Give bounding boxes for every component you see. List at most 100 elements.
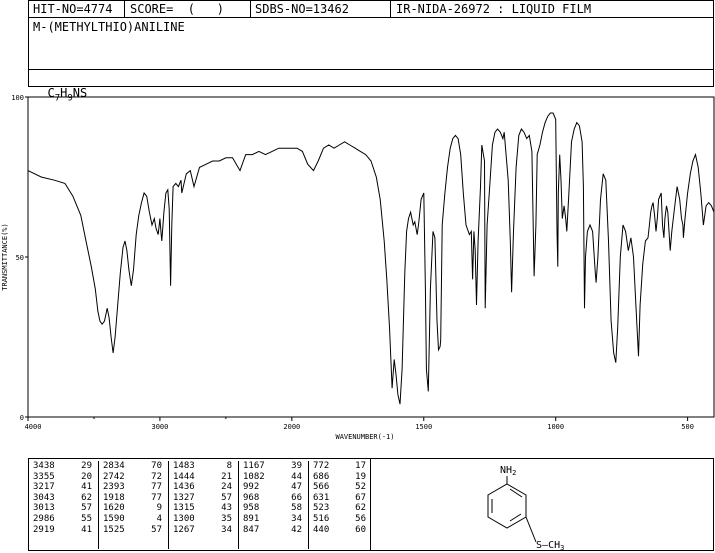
s-bond [525,516,537,543]
peak-wavenumber: 1483 [173,461,195,471]
peak-transmittance: 34 [291,513,302,524]
peak-row: 1525 57 [99,525,168,536]
peak-column: 1483 8 1444 21 1436 24 1327 57 1315 43 1300 35 1267 3… [169,461,239,549]
ir-nida: IR-NIDA-26972 : LIQUID FILM [396,2,592,16]
peak-row: 523 62 [309,503,372,514]
peak-row: 1167 39 [239,461,308,472]
peak-wavenumber: 1082 [243,471,265,482]
peak-row: 1436 24 [169,482,238,493]
peak-transmittance: 77 [151,482,162,493]
peak-transmittance: 67 [355,492,366,503]
x-tick-label: 1000 [547,423,564,431]
peak-table: 3438 29 3355 20 3217 41 3043 62 3013 57 2986 55 2919… [28,458,371,551]
peak-column: 2834 70 2742 72 2393 77 1918 77 1620 9 1590 4 1525 57 [99,461,169,549]
peak-wavenumber: 3043 [33,492,55,503]
peak-row: 566 52 [309,482,372,493]
peak-transmittance: 66 [291,492,302,503]
peak-wavenumber: 3013 [33,503,55,514]
header-divider-3 [390,0,391,18]
peak-row: 1315 43 [169,503,238,514]
peak-wavenumber: 2834 [103,461,125,471]
peak-transmittance: 55 [81,513,92,524]
ir-spectrum-chart: 4000 3000 2000 1500 1000 500 100500 WAVENUMBE… [1,94,715,441]
peak-wavenumber: 2986 [33,513,55,524]
x-tick-label: 4000 [25,423,42,431]
peak-transmittance: 57 [221,492,232,503]
compound-name: M-(METHYLTHIO)ANILINE [33,20,185,34]
formula-box [28,69,714,87]
peak-transmittance: 17 [355,461,366,471]
peak-transmittance: 35 [221,513,232,524]
peak-transmittance: 8 [226,461,232,471]
peak-row: 631 67 [309,493,372,504]
structure-diagram: NH2 S–CH3 [487,465,564,550]
x-tick-label: 1500 [415,423,432,431]
peak-wavenumber: 523 [313,503,330,514]
peak-transmittance: 44 [291,471,302,482]
peak-column: 772 17 686 19 566 52 631 67 523 62 516 56 440 60 [309,461,372,549]
peak-transmittance: 41 [81,524,92,535]
peak-row: 2919 41 [29,525,98,536]
peak-transmittance: 4 [156,513,162,524]
peak-wavenumber: 2393 [103,482,125,493]
peak-row: 2834 70 [99,461,168,472]
peak-row: 3013 57 [29,503,98,514]
peak-transmittance: 70 [151,461,162,471]
x-tick-label: 2000 [283,423,300,431]
peak-row: 2986 55 [29,514,98,525]
peak-wavenumber: 1315 [173,503,195,514]
peak-wavenumber: 1590 [103,513,125,524]
peak-wavenumber: 440 [313,524,330,535]
peak-transmittance: 19 [355,471,366,482]
peak-row: 3217 41 [29,482,98,493]
peak-wavenumber: 2919 [33,524,55,535]
peak-row: 1483 8 [169,461,238,472]
peak-wavenumber: 2742 [103,471,125,482]
peak-row: 958 58 [239,503,308,514]
peak-wavenumber: 1444 [173,471,195,482]
peak-row: 772 17 [309,461,372,472]
peak-row: 1918 77 [99,493,168,504]
peak-row: 2742 72 [99,472,168,483]
peak-row: 3355 20 [29,472,98,483]
peak-wavenumber: 3217 [33,482,55,493]
header-divider-2 [250,0,251,18]
peak-wavenumber: 686 [313,471,330,482]
sch3-label: S–CH3 [536,540,564,550]
peak-column: 1167 39 1082 44 992 47 968 66 958 58 891 34 847 42 [239,461,309,549]
peak-wavenumber: 566 [313,482,330,493]
peak-wavenumber: 1525 [103,524,125,535]
peak-row: 847 42 [239,525,308,536]
x-tick-label: 3000 [151,423,168,431]
peak-wavenumber: 847 [243,524,260,535]
peak-row: 992 47 [239,482,308,493]
peak-row: 1300 35 [169,514,238,525]
peak-row: 1444 21 [169,472,238,483]
peak-wavenumber: 3355 [33,471,55,482]
peak-wavenumber: 891 [243,513,260,524]
peak-wavenumber: 631 [313,492,330,503]
peak-wavenumber: 1267 [173,524,195,535]
peak-transmittance: 39 [291,461,302,471]
peak-transmittance: 58 [291,503,302,514]
peak-row: 1082 44 [239,472,308,483]
peak-transmittance: 20 [81,471,92,482]
y-axis-label: TRANSMITTANCE(%) [1,223,9,290]
peak-row: 440 60 [309,525,372,536]
peak-row: 516 56 [309,514,372,525]
y-tick-label: 0 [20,414,24,422]
peak-wavenumber: 968 [243,492,260,503]
peak-transmittance: 62 [81,492,92,503]
peak-wavenumber: 1327 [173,492,195,503]
peak-wavenumber: 958 [243,503,260,514]
peak-row: 1590 4 [99,514,168,525]
peak-transmittance: 56 [355,513,366,524]
peak-column: 3438 29 3355 20 3217 41 3043 62 3013 57 2986 55 2919… [29,461,99,549]
nh2-label: NH2 [500,465,516,477]
plot-frame [27,96,715,418]
peak-transmittance: 60 [355,524,366,535]
x-axis-label: WAVENUMBER(-1) [335,433,394,441]
peak-transmittance: 72 [151,471,162,482]
peak-row: 1620 9 [99,503,168,514]
peak-row: 968 66 [239,493,308,504]
